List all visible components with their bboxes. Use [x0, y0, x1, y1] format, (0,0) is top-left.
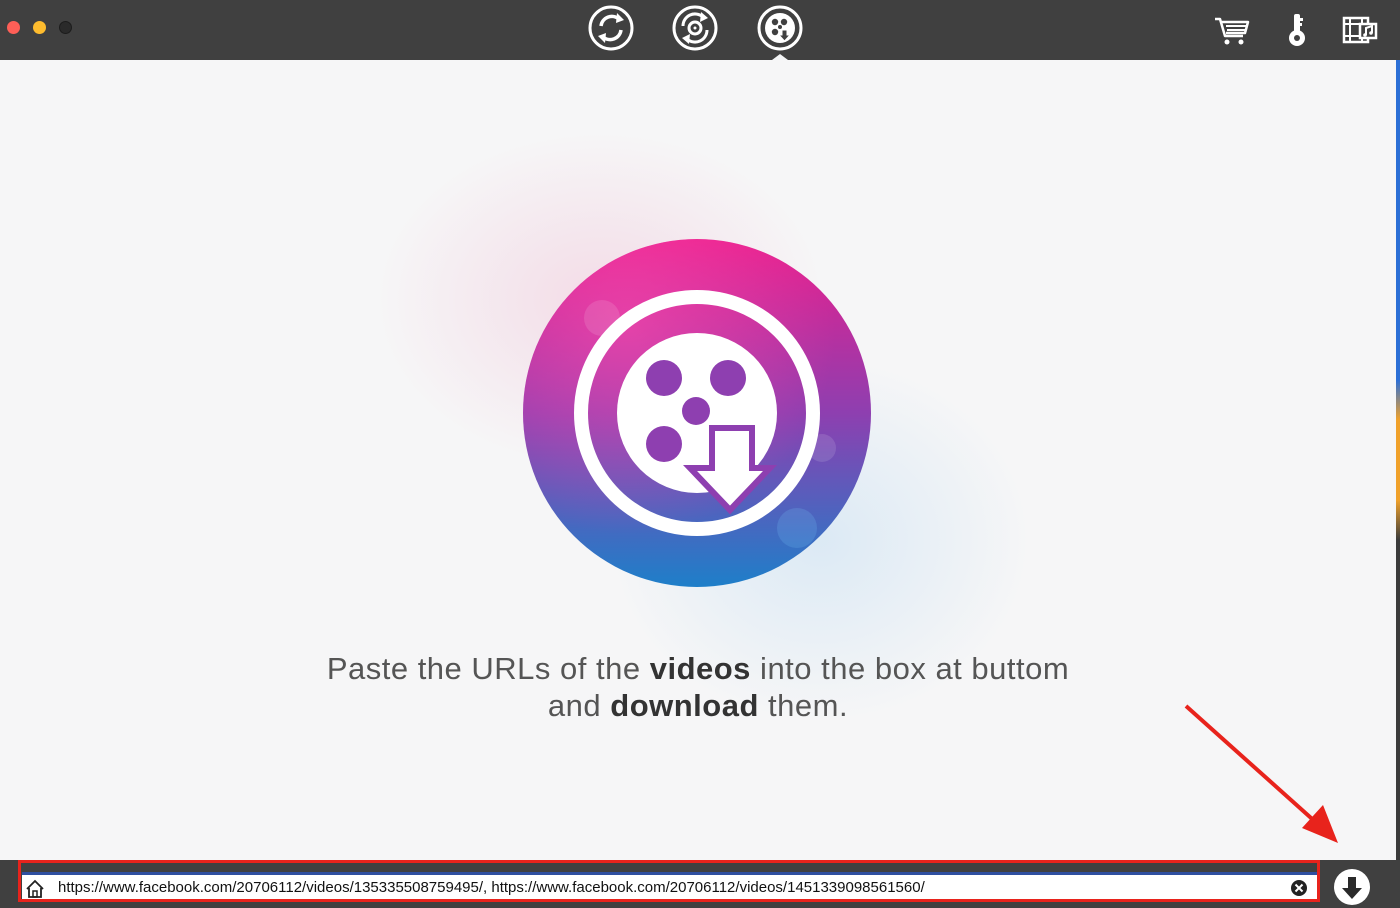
- window-zoom-button[interactable]: [59, 21, 72, 34]
- main-content: Paste the URLs of the videos into the bo…: [0, 60, 1396, 860]
- instruction-text: Paste the URLs of the videos into the bo…: [200, 650, 1196, 724]
- convert-icon: [588, 5, 634, 51]
- video-download-logo: [522, 238, 872, 588]
- convert-mode-button[interactable]: [587, 4, 635, 52]
- instruction-part2: into the box at buttom: [750, 651, 1070, 686]
- annotation-arrow: [1180, 700, 1350, 850]
- register-key-button[interactable]: [1277, 10, 1317, 50]
- window-minimize-button[interactable]: [33, 21, 46, 34]
- instruction-part3: and: [547, 688, 611, 723]
- key-icon: [1289, 14, 1305, 46]
- download-icon: [757, 5, 803, 51]
- media-browser-icon: [1342, 16, 1378, 44]
- toolbar: [0, 0, 1400, 60]
- download-arrow-icon: [1334, 869, 1370, 905]
- background-window-edge: [1396, 60, 1400, 860]
- cart-icon: [1215, 17, 1250, 45]
- app-window: Paste the URLs of the videos into the bo…: [0, 0, 1400, 908]
- url-bar: [0, 860, 1400, 908]
- annotation-highlight-box: [18, 860, 1320, 902]
- burn-icon: [672, 5, 718, 51]
- instruction-bold-download: download: [610, 688, 759, 723]
- cart-button[interactable]: [1212, 10, 1252, 50]
- instruction-bold-videos: videos: [649, 651, 751, 686]
- download-mode-button[interactable]: [756, 4, 804, 52]
- download-button[interactable]: [1333, 868, 1371, 906]
- media-browser-button[interactable]: [1340, 10, 1380, 50]
- instruction-part1: Paste the URLs of the: [326, 651, 650, 686]
- window-close-button[interactable]: [7, 21, 20, 34]
- instruction-part4: them.: [758, 688, 849, 723]
- burn-mode-button[interactable]: [671, 4, 719, 52]
